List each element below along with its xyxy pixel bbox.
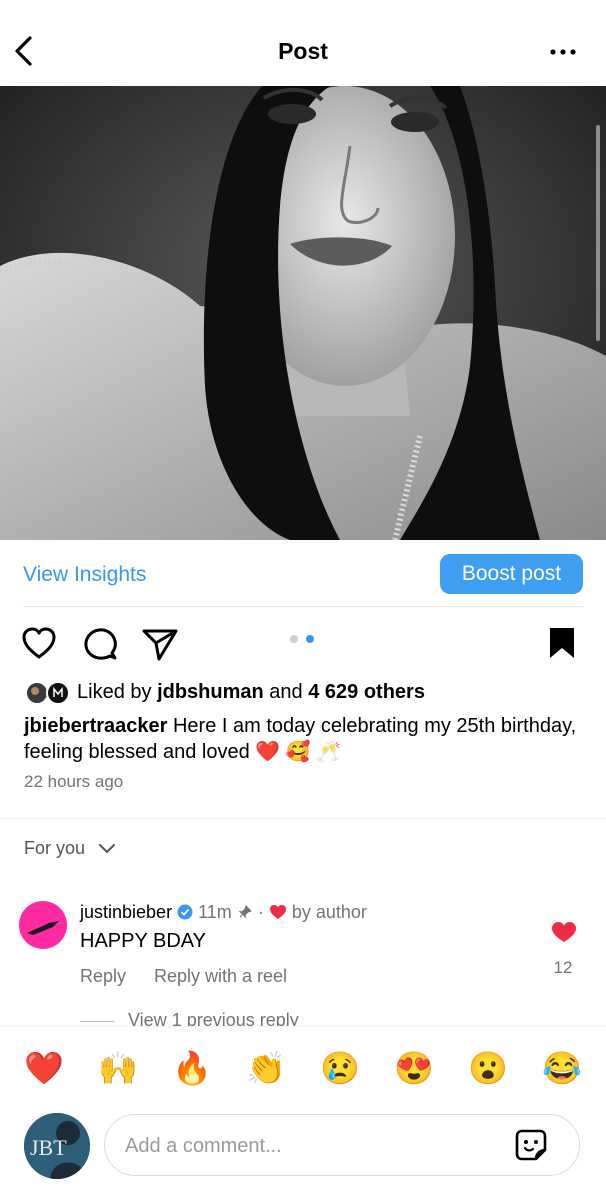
carousel-dot-active [306, 635, 314, 643]
view-previous-replies[interactable]: View 1 previous reply [80, 1010, 380, 1026]
comment-like-heart-icon[interactable] [551, 921, 577, 948]
view-previous-label: View 1 previous reply [128, 1010, 299, 1026]
reaction-heart[interactable]: ❤️ [22, 1048, 66, 1088]
reply-with-reel-button[interactable]: Reply with a reel [154, 966, 287, 987]
separator-dot: · [257, 902, 264, 922]
reaction-crying[interactable]: 😢 [318, 1048, 362, 1088]
current-user-avatar[interactable]: JBT [24, 1113, 90, 1179]
verified-badge-icon [177, 904, 193, 925]
comment-text: HAPPY BDAY [80, 930, 206, 952]
page-title: Post [278, 38, 328, 64]
post-photo[interactable] [0, 86, 606, 540]
liker-username[interactable]: jdbshuman [157, 681, 264, 703]
divider [0, 818, 606, 819]
pin-icon [237, 904, 253, 925]
liker-avatars[interactable] [24, 680, 72, 711]
carousel-dot [290, 635, 298, 643]
post-timestamp: 22 hours ago [24, 772, 124, 791]
author-heart-icon [269, 904, 287, 925]
comment-input[interactable] [123, 1129, 507, 1163]
comment-time: 11m [198, 902, 232, 922]
avatar-logo-text: JBT [30, 1135, 67, 1160]
view-insights-link[interactable]: View Insights [23, 563, 146, 587]
reaction-surprised[interactable]: 😮 [466, 1048, 510, 1088]
comment-icon[interactable] [82, 626, 118, 667]
sticker-icon[interactable] [514, 1128, 548, 1167]
reaction-clapping[interactable]: 👏 [244, 1048, 288, 1088]
scrollbar[interactable] [596, 125, 600, 341]
reply-thread-line [80, 1020, 114, 1022]
comment-like-count: 12 [553, 958, 573, 977]
comment-username[interactable]: justinbieber [80, 902, 172, 922]
bookmark-saved-icon[interactable] [548, 626, 576, 665]
likes-middle: and [263, 681, 309, 703]
post-caption: jbiebertraacker Here I am today celebrat… [24, 713, 584, 765]
boost-post-button[interactable]: Boost post [440, 554, 583, 594]
comment-filter-dropdown[interactable]: For you [24, 838, 116, 860]
likes-summary[interactable]: Liked by jdbshuman and 4 629 others [77, 681, 425, 704]
caption-username[interactable]: jbiebertraacker [24, 715, 167, 737]
share-send-icon[interactable] [141, 626, 179, 667]
likes-others-count[interactable]: 4 629 others [308, 681, 425, 703]
reaction-raised-hands[interactable]: 🙌 [96, 1048, 140, 1088]
reply-button[interactable]: Reply [80, 966, 126, 987]
likes-prefix: Liked by [77, 681, 158, 703]
comment-header: justinbieber 11m · by author [80, 902, 367, 925]
comment-input-field[interactable] [104, 1114, 580, 1176]
like-heart-icon[interactable] [21, 626, 57, 665]
commenter-avatar[interactable] [19, 901, 67, 949]
chevron-down-icon [98, 839, 116, 860]
reaction-laughing[interactable]: 😂 [540, 1048, 584, 1088]
filter-label: For you [24, 838, 86, 858]
more-options-icon[interactable] [548, 38, 578, 64]
liked-by-author-label: by author [291, 902, 367, 922]
reaction-fire[interactable]: 🔥 [170, 1048, 214, 1088]
divider [23, 606, 583, 607]
reaction-heart-eyes[interactable]: 😍 [392, 1048, 436, 1088]
